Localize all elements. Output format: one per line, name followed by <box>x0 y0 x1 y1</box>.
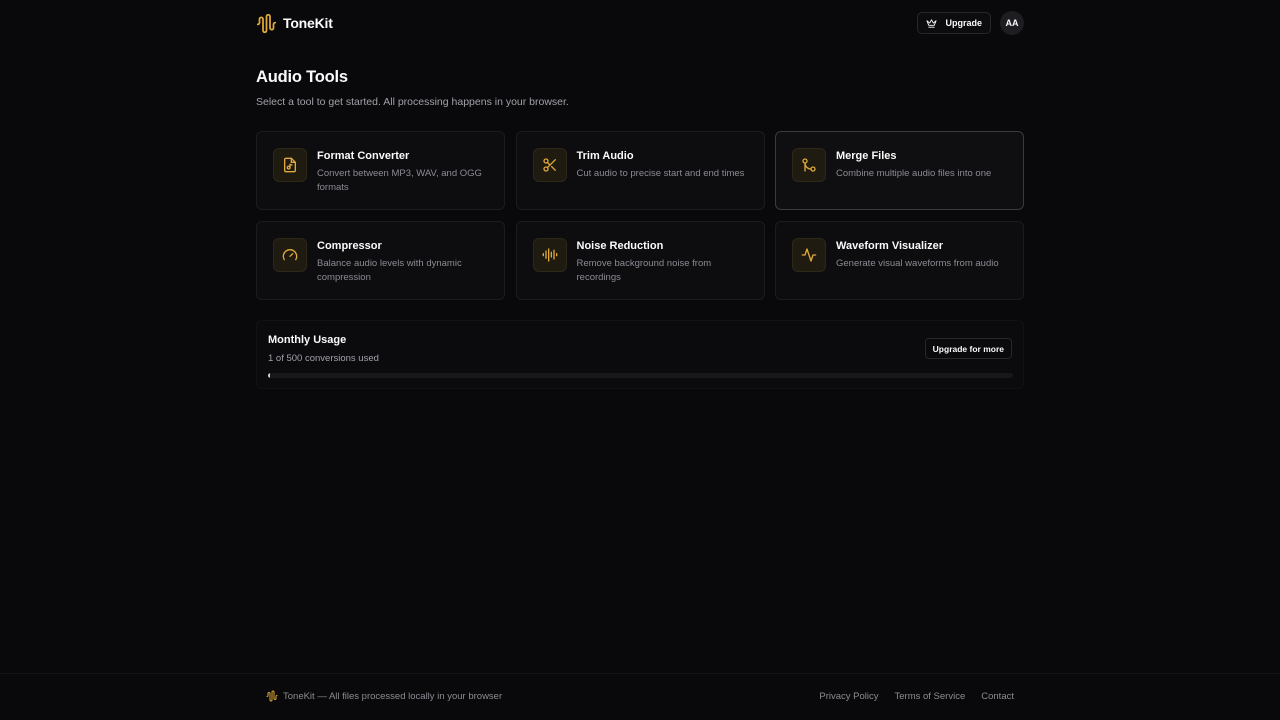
footer-links: Privacy Policy Terms of Service Contact <box>819 691 1014 702</box>
page-subtitle: Select a tool to get started. All proces… <box>256 96 569 108</box>
brand[interactable]: ToneKit <box>256 13 333 34</box>
usage-progress-bar <box>268 373 1013 378</box>
footer-brand: ToneKit — All files processed locally in… <box>266 690 502 702</box>
tool-name: Merge Files <box>836 150 897 162</box>
waveform-logo-icon <box>256 13 277 33</box>
tool-description: Combine multiple audio files into one <box>836 168 992 179</box>
brand-name: ToneKit <box>283 15 333 31</box>
tool-text: Waveform Visualizer Generate visual wave… <box>836 238 999 271</box>
tool-icon-box <box>792 148 826 182</box>
usage-progress-fill <box>268 373 271 378</box>
waveform-logo-icon <box>266 690 278 702</box>
tool-icon-box <box>532 238 567 272</box>
crown-icon <box>926 18 938 28</box>
tool-card-merge-files[interactable]: Merge Files Combine multiple audio files… <box>775 131 1024 210</box>
tool-name: Format Converter <box>317 150 410 162</box>
tool-name: Compressor <box>317 240 382 252</box>
tool-text: Compressor Balance audio levels with dyn… <box>317 238 492 284</box>
tool-text: Trim Audio Cut audio to precise start an… <box>577 148 745 181</box>
footer-link-terms-of-service[interactable]: Terms of Service <box>895 691 966 702</box>
audio-lines-icon <box>542 248 557 262</box>
tool-description: Generate visual waveforms from audio <box>836 258 999 269</box>
upgrade-for-more-button[interactable]: Upgrade for more <box>924 338 1012 359</box>
tool-card-trim-audio[interactable]: Trim Audio Cut audio to precise start an… <box>515 131 765 210</box>
page-title: Audio Tools <box>256 68 348 86</box>
tool-card-compressor[interactable]: Compressor Balance audio levels with dyn… <box>256 221 505 300</box>
footer: ToneKit — All files processed locally in… <box>266 690 1014 702</box>
top-header: ToneKit Upgrade AA <box>256 0 1024 46</box>
footer-divider <box>0 673 1280 674</box>
tools-grid: Format Converter Convert between MP3, WA… <box>256 131 1024 300</box>
file-audio-icon <box>284 157 296 173</box>
tool-name: Trim Audio <box>576 150 634 162</box>
tool-card-noise-reduction[interactable]: Noise Reduction Remove background noise … <box>515 221 765 300</box>
monthly-usage-panel: Monthly Usage 1 of 500 conversions used … <box>256 320 1024 389</box>
usage-title: Monthly Usage <box>268 334 347 346</box>
user-avatar[interactable]: AA <box>1000 11 1024 35</box>
tool-icon-box <box>273 238 307 272</box>
git-merge-icon <box>802 158 816 172</box>
tool-text: Merge Files Combine multiple audio files… <box>836 148 991 181</box>
upgrade-label: Upgrade <box>945 18 982 28</box>
tool-card-waveform-visualizer[interactable]: Waveform Visualizer Generate visual wave… <box>775 221 1024 300</box>
tool-icon-box <box>792 238 826 272</box>
tool-description: Remove background noise from recordings <box>576 258 712 283</box>
footer-link-privacy-policy[interactable]: Privacy Policy <box>819 691 878 702</box>
tool-description: Balance audio levels with dynamic compre… <box>317 258 462 283</box>
tool-description: Cut audio to precise start and end times <box>576 168 745 179</box>
tool-icon-box <box>532 148 567 182</box>
footer-link-contact[interactable]: Contact <box>981 691 1014 702</box>
tool-icon-box <box>273 148 307 182</box>
tool-card-format-converter[interactable]: Format Converter Convert between MP3, WA… <box>256 131 505 210</box>
upgrade-button[interactable]: Upgrade <box>917 12 991 34</box>
tool-name: Waveform Visualizer <box>836 240 943 252</box>
tool-text: Noise Reduction Remove background noise … <box>577 238 752 284</box>
header-actions: Upgrade AA <box>917 11 1024 35</box>
tool-text: Format Converter Convert between MP3, WA… <box>317 148 492 194</box>
tool-description: Convert between MP3, WAV, and OGG format… <box>317 168 482 193</box>
footer-text: ToneKit — All files processed locally in… <box>283 690 503 702</box>
tool-name: Noise Reduction <box>576 240 664 252</box>
usage-summary: 1 of 500 conversions used <box>268 353 379 364</box>
activity-icon <box>801 248 817 262</box>
gauge-icon <box>282 249 298 261</box>
scissors-icon <box>542 158 556 172</box>
